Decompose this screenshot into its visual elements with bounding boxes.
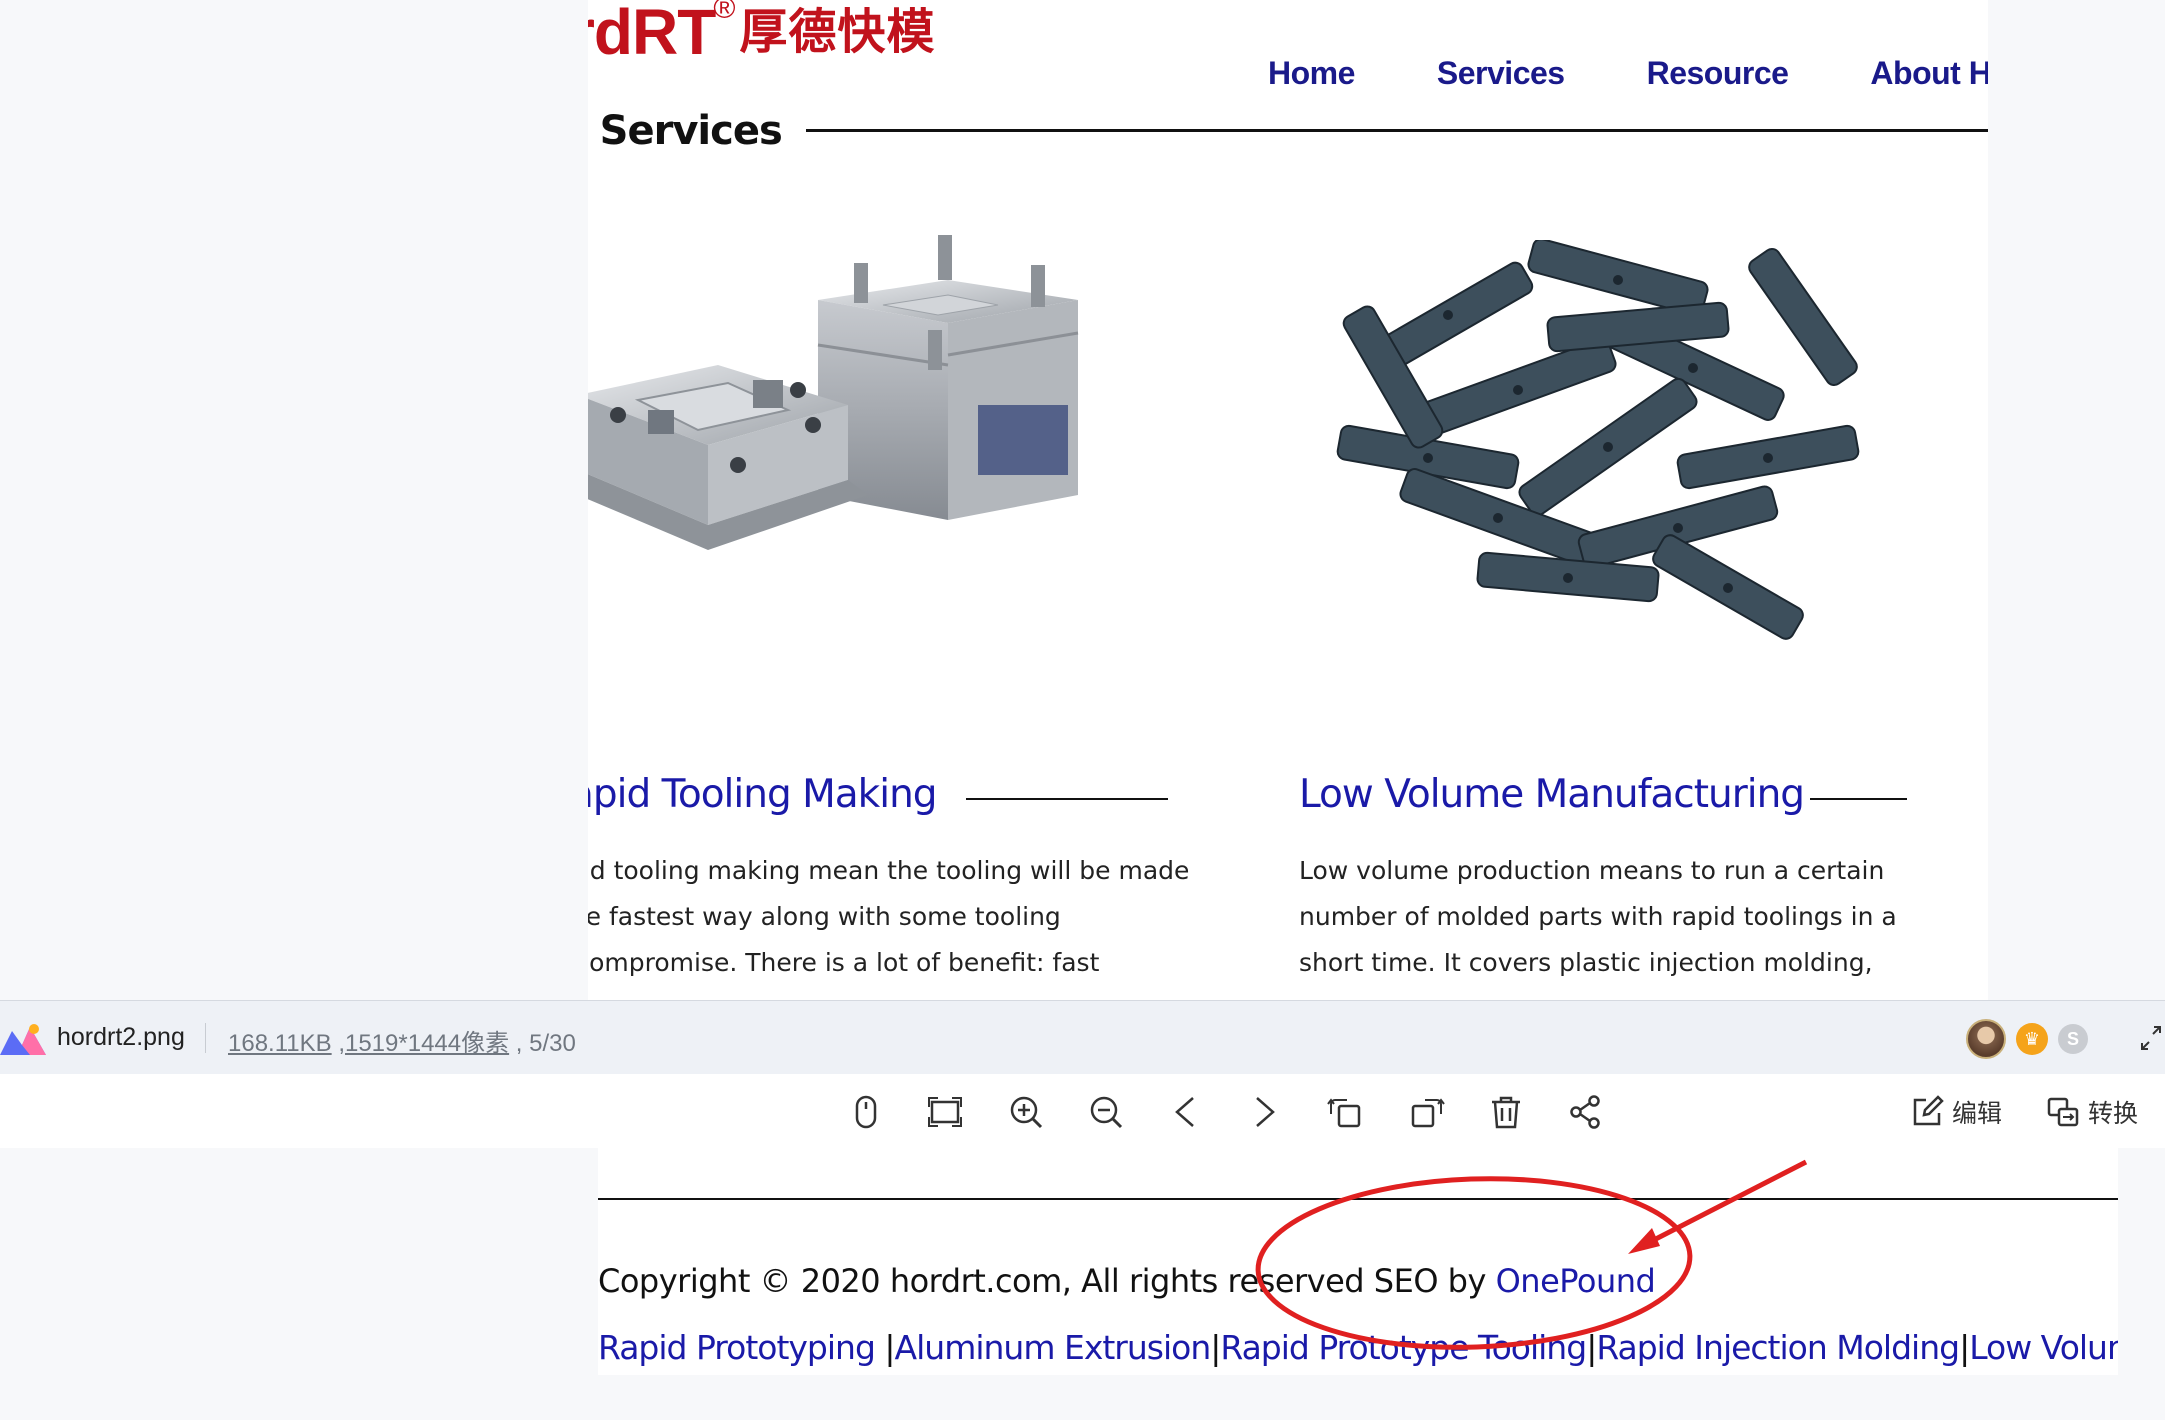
description-line: short time. It covers plastic injection … [1299,948,1873,977]
footer-divider [598,1198,2118,1200]
viewer-info-bar: hordrt2.png 168.11KB ,1519*1444像素 , 5/30… [0,1000,2165,1075]
mold-tooling-image[interactable] [588,205,1198,705]
site-logo[interactable]: rdRT ® 厚德快模 [588,0,935,74]
next-icon[interactable] [1245,1092,1285,1132]
nav-home[interactable]: Home [1268,55,1355,92]
coin-icon[interactable]: S [2058,1024,2088,1054]
file-name: hordrt2.png [57,1023,185,1051]
file-info: 168.11KB ,1519*1444像素 , 5/30 [228,1023,576,1058]
previous-icon[interactable] [1165,1092,1205,1132]
footer-link-rapid-injection-molding[interactable]: Rapid Injection Molding [1596,1328,1960,1367]
convert-icon [2047,1097,2079,1127]
share-icon[interactable] [1565,1092,1605,1132]
section-divider [806,129,1988,132]
edit-label: 编辑 [1952,1100,2003,1128]
edit-button[interactable]: 编辑 [1910,1094,2002,1130]
user-badges: ♛ S [1966,1019,2088,1059]
file-size[interactable]: 168.11KB [228,1030,332,1057]
delete-icon[interactable] [1486,1092,1526,1132]
fit-screen-icon[interactable] [925,1092,965,1132]
edit-icon [1913,1095,1944,1126]
description-line: ecompromise. There is a lot of benefit: … [588,948,1100,977]
copyright-text: Copyright © 2020 hordrt.com, All rights … [598,1262,1656,1300]
zoom-in-icon[interactable] [1006,1092,1046,1132]
convert-label: 转换 [2088,1100,2139,1128]
rotate-right-icon[interactable] [1407,1092,1447,1132]
molded-parts-image[interactable] [1298,240,1918,680]
link-separator: | [1210,1328,1221,1367]
website-panel: rdRT ® 厚德快模 Home Services Resource About… [588,0,1988,1000]
footer-link-rapid-prototype-tooling[interactable]: Rapid Prototype Tooling [1220,1328,1587,1367]
second-screenshot-area: Copyright © 2020 hordrt.com, All rights … [0,1148,2165,1420]
user-avatar[interactable] [1966,1019,2006,1059]
logo-chinese-text: 厚德快模 [739,4,936,60]
main-nav: Home Services Resource About Hor [1268,55,1988,92]
description-line: the fastest way along with some tooling [588,902,1061,931]
viewer-toolbar: 编辑 转换 [0,1074,2165,1148]
rotate-left-icon[interactable] [1325,1092,1365,1132]
description-line: ıpid tooling making mean the tooling wil… [588,856,1190,885]
nav-resource[interactable]: Resource [1647,55,1789,92]
image-position: 5/30 [529,1030,576,1057]
nav-about[interactable]: About Hor [1870,55,1988,92]
site-footer: Copyright © 2020 hordrt.com, All rights … [598,1148,2118,1375]
card-title-low-volume[interactable]: Low Volume Manufacturing [1299,772,1805,817]
link-separator: | [1959,1328,1970,1367]
logo-registered-mark: ® [713,0,736,25]
footer-links: Rapid Prototyping |Aluminum Extrusion|Ra… [598,1328,2118,1367]
nav-services[interactable]: Services [1437,55,1565,92]
footer-link-rapid-prototyping[interactable]: Rapid Prototyping [598,1328,884,1367]
webpage-screenshot: rdRT ® 厚德快模 Home Services Resource About… [0,0,2165,1000]
onepound-link[interactable]: OnePound [1496,1262,1656,1300]
card-description-rapid-tooling: ıpid tooling making mean the tooling wil… [588,848,1189,986]
card-title-divider [1810,798,1907,800]
image-dimensions[interactable]: 1519*1444像素 [345,1030,509,1057]
description-line: Low volume production means to run a cer… [1299,856,1885,885]
zoom-out-icon[interactable] [1086,1092,1126,1132]
info-separator: , [515,1030,530,1057]
logo-latin-text: rdRT [588,0,716,68]
viewer-app-icon [0,1024,46,1055]
card-title-divider [966,798,1168,800]
footer-link-aluminum-extrusion[interactable]: Aluminum Extrusion [895,1328,1212,1367]
link-separator: | [884,1328,895,1367]
info-divider [205,1023,206,1053]
crown-icon[interactable]: ♛ [2016,1023,2048,1055]
expand-icon[interactable] [2140,1025,2162,1051]
description-line: number of molded parts with rapid toolin… [1299,902,1897,931]
card-title-rapid-tooling[interactable]: apid Tooling Making [588,772,938,817]
copyright-prefix: Copyright © 2020 hordrt.com, All rights … [598,1262,1496,1300]
convert-button[interactable]: 转换 [2046,1094,2138,1130]
footer-link-low-volume[interactable]: Low Volume P [1969,1328,2118,1367]
section-heading: r Services [588,108,783,154]
info-separator: , [338,1030,345,1057]
card-description-low-volume: Low volume production means to run a cer… [1299,848,1897,986]
mouse-icon[interactable] [846,1092,886,1132]
link-separator: | [1586,1328,1597,1367]
